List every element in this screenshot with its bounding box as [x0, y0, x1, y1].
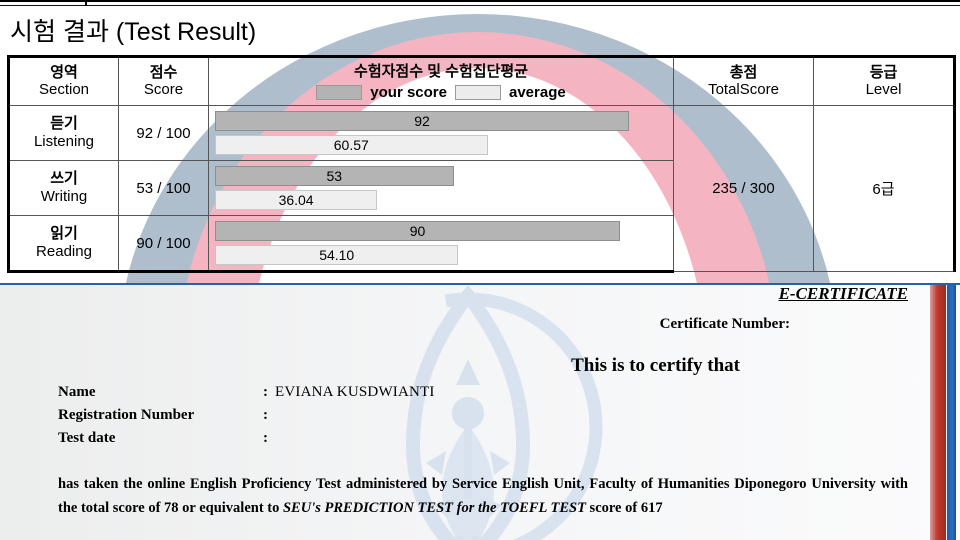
- body-text-part2: or equivalent to: [182, 499, 280, 516]
- e-certificate-heading: E-CERTIFICATE: [778, 284, 908, 303]
- row-section-kr: 듣기: [50, 115, 78, 133]
- bar-track-average: 60.57: [215, 135, 665, 155]
- field-label: Test date: [58, 430, 116, 446]
- legend-swatch-your-score: [316, 85, 363, 100]
- bar-track-your-score: 90: [215, 221, 665, 241]
- body-text-part3: score of: [589, 499, 638, 516]
- header-total-score: 총점 TotalScore: [673, 55, 814, 106]
- header-section-en: Section: [38, 81, 90, 99]
- page-title: 시험 결과 (Test Result): [10, 18, 257, 46]
- top-column-divider: [85, 0, 87, 6]
- row-score-writing: 53 / 100: [118, 160, 209, 216]
- legend-label-average: average: [508, 84, 566, 101]
- bar-average-label: 54.10: [319, 247, 355, 263]
- header-score: 점수 Score: [118, 55, 209, 106]
- bar-your-score: 53: [215, 166, 454, 186]
- bar-your-score-label: 90: [409, 223, 426, 239]
- table-row: 듣기 Listening 92 / 100 92 60.57 235 / 300…: [7, 105, 956, 272]
- bar-average-label: 60.57: [333, 137, 369, 153]
- row-section-reading: 읽기 Reading: [7, 215, 119, 273]
- test-result-table: 영역 Section 점수 Score 수험자점수 및 수험집단평균 your …: [7, 55, 956, 273]
- field-label: Registration Number: [58, 407, 195, 423]
- field-row-name: Name : EVIANA KUSDWIANTI: [58, 384, 435, 401]
- header-section: 영역 Section: [7, 55, 119, 106]
- edge-accent-red: [930, 285, 946, 540]
- certificate-body-text: has taken the online English Proficiency…: [58, 473, 908, 521]
- header-total-score-kr: 총점: [729, 63, 758, 81]
- row-section-en: Listening: [33, 132, 95, 150]
- legend-label-your-score: your score: [370, 84, 447, 101]
- bar-track-average: 36.04: [215, 190, 665, 210]
- bar-track-your-score: 92: [215, 111, 665, 131]
- body-text-score: 78: [164, 499, 179, 516]
- chart-legend: your score average: [209, 84, 673, 101]
- bar-track-your-score: 53: [215, 166, 665, 186]
- bar-average: 60.57: [215, 135, 488, 155]
- field-separator: :: [263, 384, 268, 400]
- row-chart-reading: 90 54.10: [208, 215, 674, 273]
- row-section-kr: 읽기: [50, 225, 78, 243]
- field-row-test-date: Test date :: [58, 430, 435, 447]
- header-total-score-en: TotalScore: [708, 81, 779, 99]
- row-score-listening: 92 / 100: [118, 105, 209, 161]
- bar-group: 92 60.57: [215, 106, 671, 160]
- top-border-rule-secondary: [0, 5, 960, 6]
- field-value-name: EVIANA KUSDWIANTI: [275, 384, 435, 400]
- row-section-writing: 쓰기 Writing: [7, 160, 119, 216]
- bar-group: 90 54.10: [215, 216, 671, 270]
- field-label: Name: [58, 384, 96, 400]
- bar-average: 36.04: [215, 190, 378, 210]
- header-level-kr: 등급: [869, 63, 898, 81]
- certificate-number-label: Certificate Number:: [659, 316, 790, 332]
- field-separator: :: [263, 430, 268, 446]
- bar-group: 53 36.04: [215, 161, 671, 215]
- body-text-italic-test-name: SEU's PREDICTION TEST for the TOEFL TEST: [282, 499, 586, 516]
- bar-your-score-label: 53: [326, 168, 343, 184]
- row-section-listening: 듣기 Listening: [7, 105, 119, 161]
- header-score-en: Score: [143, 81, 184, 99]
- certificate-fields: Name : EVIANA KUSDWIANTI Registration Nu…: [58, 384, 435, 453]
- table-header-row: 영역 Section 점수 Score 수험자점수 및 수험집단평균 your …: [7, 55, 956, 106]
- field-row-registration-number: Registration Number :: [58, 407, 435, 424]
- row-chart-writing: 53 36.04: [208, 160, 674, 216]
- cell-total-score: 235 / 300: [673, 105, 814, 272]
- row-score-reading: 90 / 100: [118, 215, 209, 273]
- bar-your-score: 92: [215, 111, 629, 131]
- row-section-en: Reading: [36, 242, 92, 260]
- header-chart: 수험자점수 및 수험집단평균 your score average: [208, 55, 674, 106]
- bar-track-average: 54.10: [215, 245, 665, 265]
- row-section-en: Writing: [40, 187, 88, 205]
- certify-statement: This is to certify that: [571, 355, 740, 376]
- bar-average-label: 36.04: [278, 192, 314, 208]
- legend-swatch-average: [454, 85, 501, 100]
- bar-your-score: 90: [215, 221, 620, 241]
- body-text-toefl-score: 617: [640, 499, 663, 516]
- header-chart-title: 수험자점수 및 수험집단평균: [354, 63, 528, 80]
- header-level-en: Level: [865, 81, 902, 99]
- row-chart-listening: 92 60.57: [208, 105, 674, 161]
- edge-accent-blue: [947, 285, 956, 540]
- bar-average: 54.10: [215, 245, 459, 265]
- header-section-kr: 영역: [50, 63, 78, 81]
- header-score-kr: 점수: [149, 63, 178, 81]
- row-section-kr: 쓰기: [50, 170, 78, 188]
- bar-your-score-label: 92: [414, 113, 430, 129]
- header-level: 등급 Level: [813, 55, 956, 106]
- cell-level: 6급: [813, 105, 956, 272]
- field-separator: :: [263, 407, 268, 423]
- top-border-rule: [0, 0, 960, 2]
- certificate-page: 시험 결과 (Test Result) 영역 Section 점수 Score: [0, 0, 960, 540]
